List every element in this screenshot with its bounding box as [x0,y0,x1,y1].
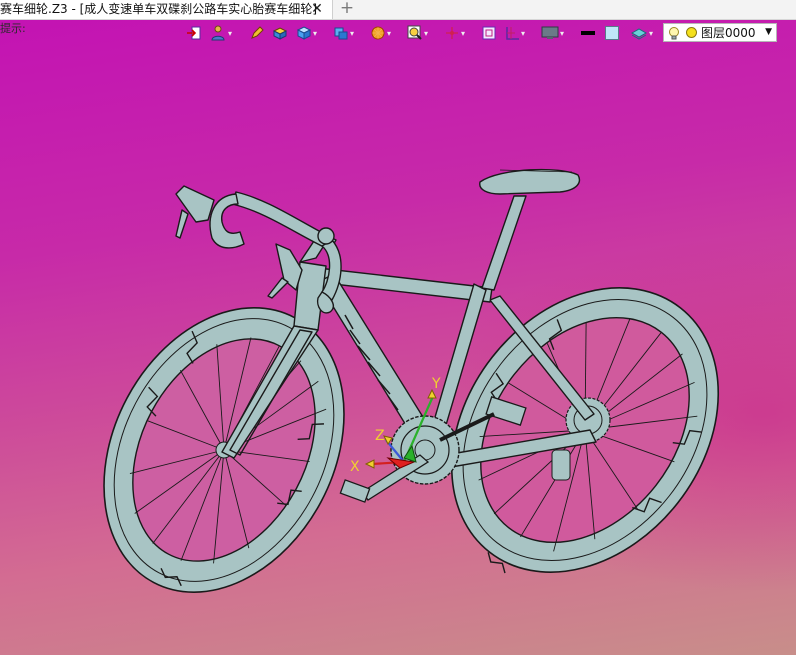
bike-saddle [479,168,581,195]
axis-y-label: Y [431,376,441,392]
bicycle-model[interactable]: Y X Z [0,0,796,655]
axis-x-label: X [350,459,360,475]
axis-z-label: Z [375,428,385,444]
